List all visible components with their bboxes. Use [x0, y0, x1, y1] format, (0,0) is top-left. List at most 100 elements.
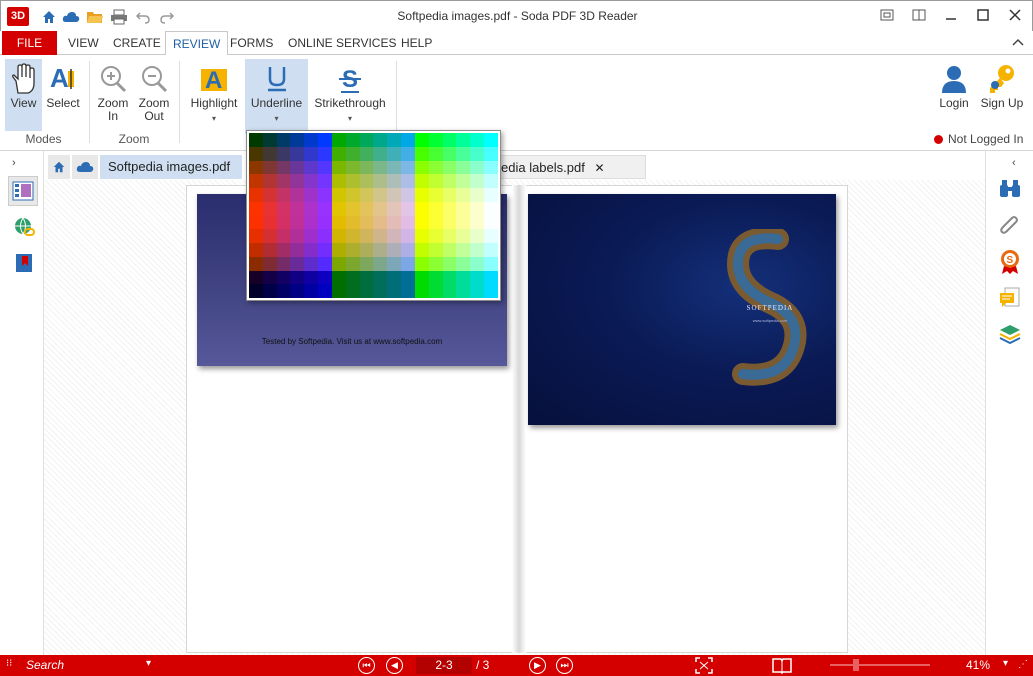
book-view-icon[interactable] [772, 657, 792, 674]
color-swatch[interactable] [484, 229, 498, 243]
color-swatch[interactable] [484, 174, 498, 188]
color-swatch[interactable] [414, 270, 429, 285]
color-swatch[interactable] [428, 256, 443, 271]
color-swatch[interactable] [262, 284, 277, 298]
color-swatch[interactable] [401, 256, 415, 271]
color-swatch[interactable] [249, 215, 263, 230]
color-swatch[interactable] [428, 188, 443, 202]
color-swatch[interactable] [373, 215, 388, 230]
color-swatch[interactable] [470, 229, 485, 243]
color-swatch[interactable] [428, 146, 443, 161]
color-swatch[interactable] [359, 215, 374, 230]
color-swatch[interactable] [428, 174, 443, 188]
close-tab-icon[interactable]: ✕ [594, 161, 604, 175]
color-swatch[interactable] [387, 270, 402, 285]
color-swatch[interactable] [318, 146, 332, 161]
color-swatch[interactable] [359, 133, 374, 147]
collapse-ribbon-icon[interactable] [1012, 37, 1024, 47]
color-swatch[interactable] [484, 256, 498, 271]
color-swatch[interactable] [414, 201, 429, 216]
color-swatch[interactable] [470, 160, 485, 175]
chevron-down-icon[interactable]: ▾ [348, 112, 352, 125]
color-swatch[interactable] [345, 229, 360, 243]
color-swatch[interactable] [470, 215, 485, 230]
tab-softpedia-images[interactable]: Softpedia images.pdf ✕ [100, 155, 242, 198]
menu-forms[interactable]: FORMS [223, 31, 280, 55]
previous-page-button[interactable]: ◀ [386, 657, 403, 674]
zoom-in-button[interactable]: Zoom In [95, 59, 131, 131]
next-page-button[interactable]: ▶ [529, 657, 546, 674]
color-swatch[interactable] [456, 284, 471, 298]
color-swatch[interactable] [276, 243, 291, 257]
sign-up-button[interactable]: Sign Up [978, 59, 1026, 131]
color-swatch[interactable] [428, 270, 443, 285]
color-swatch[interactable] [442, 270, 457, 285]
color-swatch[interactable] [359, 270, 374, 285]
color-swatch[interactable] [484, 133, 498, 147]
thumbnails-panel-button[interactable] [8, 176, 38, 206]
color-swatch[interactable] [373, 270, 388, 285]
seal-icon[interactable]: S [999, 249, 1021, 275]
color-swatch[interactable] [359, 188, 374, 202]
color-swatch[interactable] [331, 229, 346, 243]
resize-grip-icon[interactable]: ⋰ [1018, 659, 1028, 670]
color-swatch[interactable] [249, 229, 263, 243]
color-swatch[interactable] [428, 215, 443, 230]
color-swatch[interactable] [373, 133, 388, 147]
color-swatch[interactable] [276, 160, 291, 175]
color-swatch[interactable] [401, 133, 415, 147]
color-swatch[interactable] [414, 284, 429, 298]
color-swatch[interactable] [401, 229, 415, 243]
color-swatch[interactable] [359, 243, 374, 257]
color-swatch[interactable] [442, 256, 457, 271]
color-swatch[interactable] [387, 188, 402, 202]
color-swatch[interactable] [456, 256, 471, 271]
color-swatch[interactable] [401, 270, 415, 285]
color-swatch[interactable] [442, 174, 457, 188]
color-swatch[interactable] [484, 146, 498, 161]
color-swatch[interactable] [262, 229, 277, 243]
zoom-slider-handle[interactable] [853, 659, 859, 671]
color-swatch[interactable] [414, 174, 429, 188]
color-swatch[interactable] [290, 229, 305, 243]
color-swatch[interactable] [304, 160, 319, 175]
color-swatch[interactable] [414, 229, 429, 243]
color-swatch[interactable] [401, 146, 415, 161]
color-swatch[interactable] [456, 201, 471, 216]
restore-layout-icon[interactable] [907, 5, 931, 25]
color-swatch[interactable] [387, 160, 402, 175]
color-swatch[interactable] [484, 201, 498, 216]
color-swatch[interactable] [276, 284, 291, 298]
color-swatch[interactable] [359, 284, 374, 298]
zoom-level[interactable]: 41% [966, 657, 990, 674]
color-swatch[interactable] [304, 243, 319, 257]
color-swatch[interactable] [304, 270, 319, 285]
menu-online-services[interactable]: ONLINE SERVICES [281, 31, 403, 55]
color-swatch[interactable] [331, 243, 346, 257]
color-swatch[interactable] [345, 215, 360, 230]
color-swatch[interactable] [387, 284, 402, 298]
color-swatch[interactable] [428, 160, 443, 175]
color-swatch[interactable] [373, 229, 388, 243]
chevron-down-icon[interactable]: ▾ [146, 658, 151, 669]
color-swatch[interactable] [249, 284, 263, 298]
tab-home-icon[interactable] [48, 155, 70, 179]
color-swatch[interactable] [345, 146, 360, 161]
color-swatch[interactable] [456, 174, 471, 188]
color-swatch[interactable] [442, 160, 457, 175]
zoom-out-button[interactable]: Zoom Out [135, 59, 173, 131]
color-swatch[interactable] [345, 133, 360, 147]
color-swatch[interactable] [401, 284, 415, 298]
color-swatch[interactable] [373, 160, 388, 175]
color-swatch[interactable] [373, 174, 388, 188]
color-swatch[interactable] [442, 133, 457, 147]
color-swatch[interactable] [470, 256, 485, 271]
color-swatch[interactable] [442, 243, 457, 257]
color-swatch[interactable] [331, 174, 346, 188]
color-swatch[interactable] [401, 188, 415, 202]
tab-cloud-icon[interactable] [72, 155, 98, 179]
color-swatch[interactable] [484, 188, 498, 202]
color-swatch[interactable] [387, 243, 402, 257]
color-swatch[interactable] [359, 174, 374, 188]
color-swatch[interactable] [331, 188, 346, 202]
